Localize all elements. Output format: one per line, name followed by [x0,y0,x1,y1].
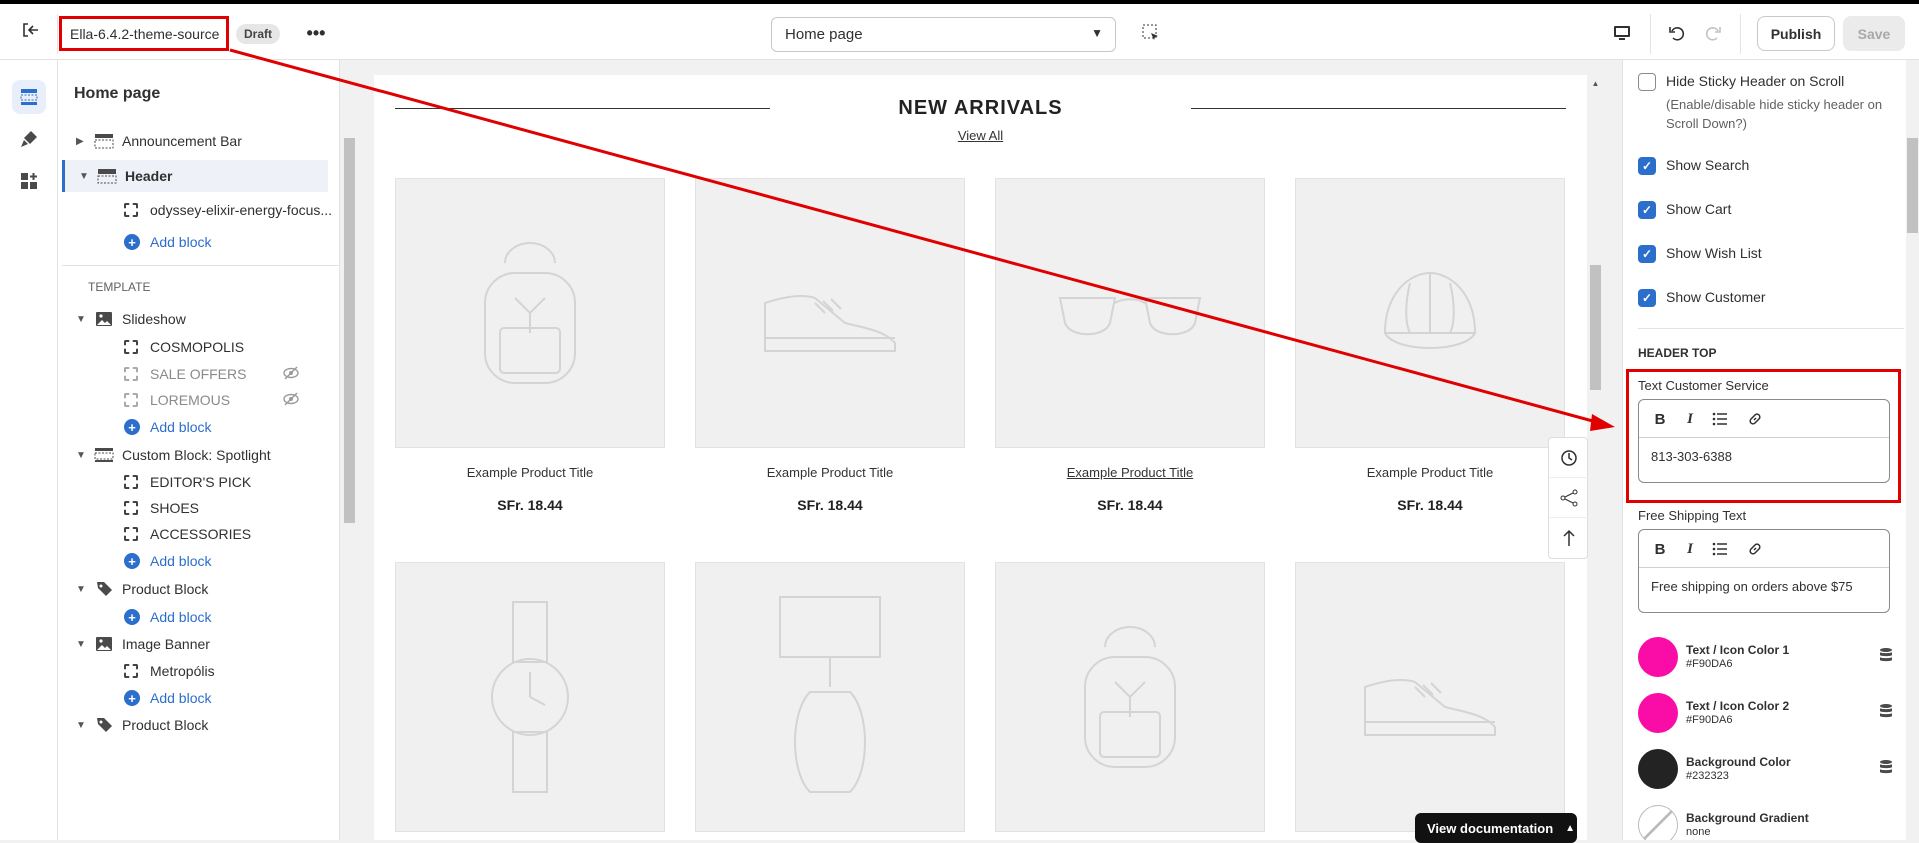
color-name: Text / Icon Color 1 [1686,643,1790,657]
show-search-checkbox[interactable]: ✓ Show Search [1638,157,1749,175]
checkmark-icon[interactable]: ✓ [1638,157,1656,175]
settings-scrollbar-thumb[interactable] [1907,138,1918,233]
show-customer-checkbox[interactable]: ✓ Show Customer [1638,289,1766,307]
checkbox-label: Show Customer [1666,289,1766,305]
checkmark-icon[interactable]: ✓ [1638,245,1656,263]
color-setting[interactable]: Text / Icon Color 1 #F90DA6 [1638,637,1908,681]
color-setting[interactable]: Text / Icon Color 2 #F90DA6 [1638,693,1908,737]
color-setting[interactable]: Background Gradient none [1638,805,1908,840]
checkmark-icon[interactable]: ✓ [1638,201,1656,219]
checkbox[interactable] [1638,73,1656,91]
database-icon[interactable] [1878,703,1894,719]
color-value: #232323 [1686,770,1729,782]
list-icon[interactable] [1709,538,1731,560]
link-icon[interactable] [1744,538,1766,560]
color-value: #F90DA6 [1686,658,1733,670]
show-wishlist-checkbox[interactable]: ✓ Show Wish List [1638,245,1762,263]
color-swatch[interactable] [1638,637,1678,677]
color-value: #F90DA6 [1686,714,1733,726]
bold-icon[interactable]: B [1649,538,1671,560]
italic-icon[interactable]: I [1679,538,1701,560]
help-text: (Enable/disable hide sticky header on Sc… [1666,97,1883,131]
annotation-highlight-box [1626,369,1901,503]
color-setting[interactable]: Background Color #232323 [1638,749,1908,793]
checkbox-label: Hide Sticky Header on Scroll [1666,73,1845,89]
checkbox-label: Show Wish List [1666,245,1762,261]
database-icon[interactable] [1878,647,1894,663]
checkbox-label: Show Search [1666,157,1750,173]
field-label: Free Shipping Text [1638,508,1747,523]
database-icon[interactable] [1878,759,1894,775]
checkmark-icon[interactable]: ✓ [1638,289,1656,307]
color-swatch[interactable] [1638,693,1678,733]
editor-toolbar: B I [1639,530,1889,568]
section-header-top: HEADER TOP [1638,346,1717,360]
color-value: none [1686,826,1711,838]
color-name: Background Gradient [1686,811,1809,825]
free-shipping-value: Free shipping on orders above $75 [1651,579,1853,594]
checkbox-label: Show Cart [1666,201,1732,217]
free-shipping-editor[interactable]: B I Free shipping on orders above $75 [1638,529,1890,613]
show-cart-checkbox[interactable]: ✓ Show Cart [1638,201,1731,219]
color-name: Background Color [1686,755,1791,769]
color-swatch[interactable] [1638,805,1678,840]
color-name: Text / Icon Color 2 [1686,699,1790,713]
hide-sticky-header-checkbox[interactable]: Hide Sticky Header on Scroll [1638,73,1844,91]
color-swatch[interactable] [1638,749,1678,789]
